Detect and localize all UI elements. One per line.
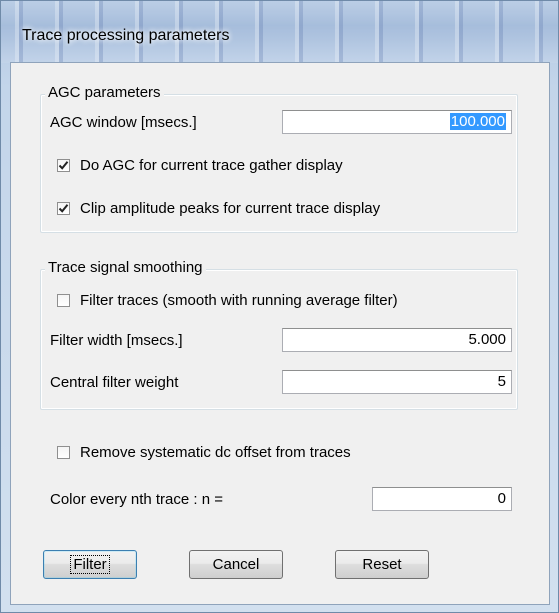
reset-button-label: Reset	[362, 556, 402, 573]
color-nth-label: Color every nth trace : n =	[50, 491, 223, 508]
remove-dc-checkbox[interactable]: Remove systematic dc offset from traces	[57, 444, 351, 461]
central-weight-input[interactable]: 5	[282, 370, 512, 394]
clip-peaks-label: Clip amplitude peaks for current trace d…	[80, 200, 381, 217]
remove-dc-label: Remove systematic dc offset from traces	[80, 444, 351, 461]
do-agc-checkbox[interactable]: Do AGC for current trace gather display	[57, 157, 343, 174]
central-weight-label: Central filter weight	[50, 374, 179, 391]
filter-button-label: Filter	[70, 555, 110, 574]
cancel-button[interactable]: Cancel	[189, 550, 283, 579]
agc-window-label: AGC window [msecs.]	[50, 114, 197, 131]
filter-button[interactable]: Filter	[43, 550, 137, 579]
agc-window-input[interactable]: 100.000	[282, 110, 512, 134]
clip-peaks-checkbox[interactable]: Clip amplitude peaks for current trace d…	[57, 200, 380, 217]
cancel-button-label: Cancel	[212, 556, 260, 573]
window-title: Trace processing parameters	[22, 27, 230, 44]
checkbox-unchecked-icon	[57, 446, 70, 459]
checkbox-checked-icon	[57, 159, 70, 172]
filter-traces-label: Filter traces (smooth with running avera…	[80, 292, 398, 309]
dialog-client-area: AGC parameters AGC window [msecs.] 100.0…	[10, 62, 550, 605]
checkbox-unchecked-icon	[57, 294, 70, 307]
filter-width-label: Filter width [msecs.]	[50, 332, 183, 349]
filter-width-input[interactable]: 5.000	[282, 328, 512, 352]
do-agc-label: Do AGC for current trace gather display	[80, 157, 343, 174]
agc-group-legend: AGC parameters	[45, 84, 164, 101]
filter-traces-checkbox[interactable]: Filter traces (smooth with running avera…	[57, 292, 398, 309]
smoothing-group-legend: Trace signal smoothing	[45, 259, 206, 276]
color-nth-input[interactable]: 0	[372, 487, 512, 511]
agc-window-value: 100.000	[449, 113, 506, 130]
reset-button[interactable]: Reset	[335, 550, 429, 579]
dialog-window: Trace processing parameters AGC paramete…	[0, 0, 559, 613]
checkbox-checked-icon	[57, 202, 70, 215]
